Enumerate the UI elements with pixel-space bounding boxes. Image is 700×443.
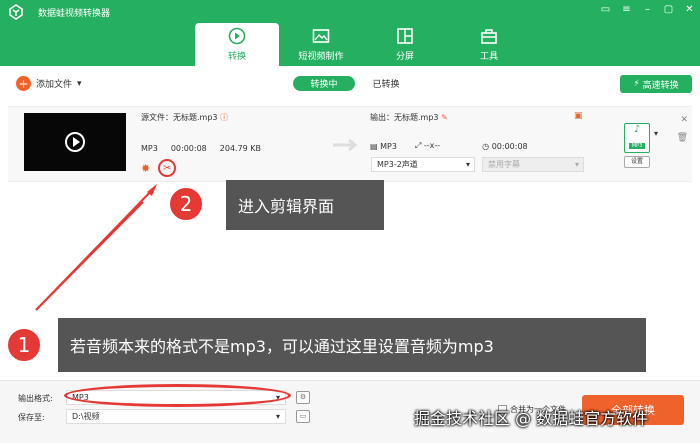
maximize-icon[interactable]: ▢ (662, 3, 675, 16)
fast-convert-label: 高速转换 (642, 80, 679, 91)
file-row: 源文件：无标题.mp3 ⓘ MP3 00:00:08 204.79 KB ✸ ✂… (8, 106, 692, 182)
chevron-down-icon[interactable]: ▾ (654, 129, 658, 138)
photo-icon (312, 29, 330, 43)
clock-icon: ◷ (482, 141, 490, 151)
output-duration: ◷ 00:00:08 (482, 141, 528, 151)
close-icon[interactable]: ✕ (680, 115, 688, 125)
chevron-down-icon: ▾ (574, 160, 579, 169)
subtitle-select[interactable]: 禁用字幕 ▾ (482, 157, 584, 172)
source-file-label: 源文件：无标题.mp3 ⓘ (141, 113, 229, 122)
step-1-callout: 若音频本来的格式不是mp3，可以通过这里设置音频为mp3 (58, 318, 646, 372)
plus-icon: + (16, 76, 31, 91)
toolbar: + 添加文件 ▾ 转换中 已转换 ⚡ 高速转换 (8, 73, 692, 95)
save-path-select[interactable]: D:\视频 ▾ (66, 409, 286, 424)
format-badge: MP3 (629, 143, 645, 149)
header-bar: 数据蛙视频转换器 ▭ ≡ – ▢ ✕ 转换 短视频制作 分屏 工具 (0, 0, 700, 66)
source-size: 204.79 KB (219, 144, 262, 153)
converted-tab[interactable]: 已转换 (355, 76, 417, 91)
split-screen-icon (397, 28, 413, 44)
music-note-icon: ♪ (633, 124, 641, 135)
lightning-icon: ⚡ (633, 79, 640, 89)
fast-convert-button[interactable]: ⚡ 高速转换 (620, 75, 692, 93)
source-duration: 00:00:08 (170, 144, 207, 153)
minimize-icon[interactable]: – (641, 3, 654, 16)
tab-tools[interactable]: 工具 (447, 23, 531, 66)
info-icon[interactable]: ⓘ (220, 113, 228, 122)
output-meta: ▤ MP3 ⤢ --x-- ◷ 00:00:08 (370, 141, 528, 151)
convert-icon (228, 27, 246, 45)
folder-icon[interactable]: ▭ (296, 410, 310, 423)
close-icon[interactable]: ✕ (683, 3, 696, 16)
save-to-label: 保存至: (18, 413, 45, 422)
app-title: 数据蛙视频转换器 (38, 9, 111, 19)
edit-tools: ✸ ✂ (141, 159, 177, 177)
add-file-label: 添加文件 (36, 80, 73, 90)
scissors-icon[interactable]: ✂ (158, 159, 177, 177)
trash-icon[interactable]: 🗑 (677, 133, 688, 143)
tab-split-screen-label: 分屏 (395, 52, 414, 62)
step-2-badge: 2 (168, 186, 204, 222)
output-format-label: 输出格式: (18, 394, 53, 403)
output-format: ▤ MP3 (370, 141, 397, 151)
format-settings-icon[interactable]: ⚙ (296, 391, 310, 404)
audio-track-select[interactable]: MP3-2声道 ▾ (371, 157, 475, 172)
chevron-down-icon: ▾ (77, 78, 82, 89)
tab-tools-label: 工具 (479, 52, 498, 62)
source-format: MP3 (141, 144, 158, 153)
tab-convert[interactable]: 转换 (195, 23, 279, 66)
output-file-label: 输出：无标题.mp3 ✎ (370, 113, 448, 122)
edit-pencil-icon[interactable]: ✎ (441, 113, 448, 122)
tab-convert-label: 转换 (227, 52, 246, 62)
feedback-icon[interactable]: ▭ (599, 3, 612, 16)
status-switch: 转换中 已转换 (293, 76, 417, 91)
video-thumbnail[interactable] (24, 113, 126, 171)
add-file-button[interactable]: + 添加文件 ▾ (16, 76, 82, 91)
resize-icon: ⤢ (414, 141, 422, 150)
tab-short-video-label: 短视频制作 (298, 52, 344, 62)
compress-icon[interactable]: ▣ (574, 111, 583, 121)
tab-split-screen[interactable]: 分屏 (363, 23, 447, 66)
output-format-icon[interactable]: ♪ MP3 (624, 123, 650, 153)
tab-short-video[interactable]: 短视频制作 (279, 23, 363, 66)
arrow-right-icon (333, 139, 358, 151)
app-logo-icon (9, 4, 23, 20)
step-2-callout: 进入剪辑界面 (226, 180, 384, 230)
converting-tab[interactable]: 转换中 (293, 76, 355, 91)
setting-button[interactable]: 设置 (624, 156, 650, 168)
menu-icon[interactable]: ≡ (620, 3, 633, 16)
film-icon: ▤ (370, 141, 378, 151)
output-resolution: ⤢ --x-- (414, 141, 441, 150)
toolbox-icon (481, 29, 497, 44)
step-1-badge: 1 (6, 327, 42, 363)
chevron-down-icon: ▾ (465, 160, 470, 169)
magic-wand-icon[interactable]: ✸ (141, 162, 150, 175)
chevron-down-icon: ▾ (275, 412, 280, 421)
watermark: 掘金技术社区 @ 数据蛙官方软件 (414, 409, 649, 428)
source-meta: MP3 00:00:08 204.79 KB (141, 144, 261, 153)
highlight-ellipse (64, 384, 291, 407)
play-icon[interactable] (65, 132, 85, 152)
